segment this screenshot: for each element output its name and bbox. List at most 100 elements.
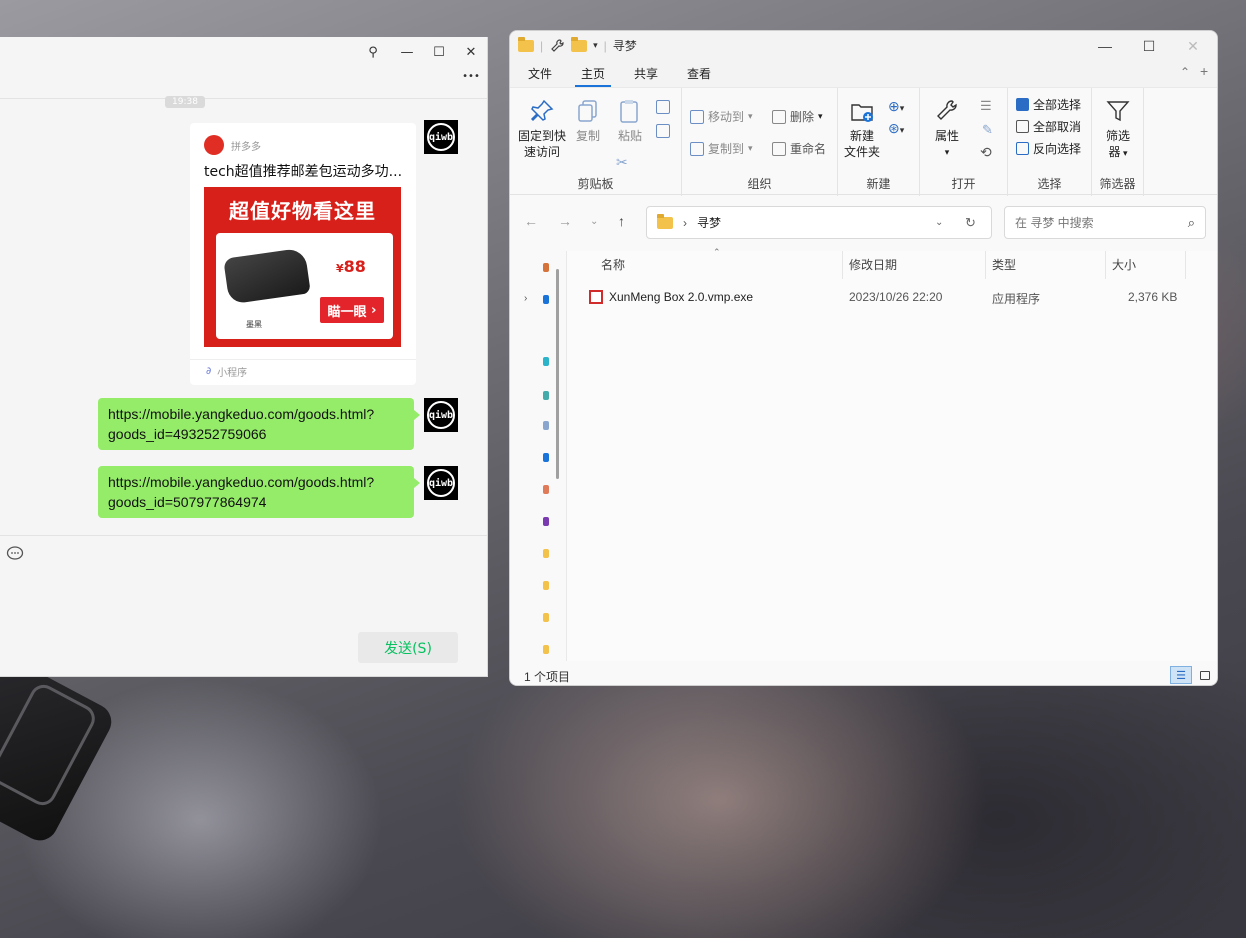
paste-button[interactable]: 粘贴	[614, 98, 646, 144]
more-options-icon[interactable]: •••	[460, 65, 482, 87]
edit-icon[interactable]: ✎	[982, 122, 993, 138]
pin-to-quick-access-button[interactable]: 固定到快 速访问	[516, 98, 568, 160]
select-none-button[interactable]: 全部取消	[1016, 118, 1081, 135]
avatar[interactable]: qiwb	[424, 466, 458, 500]
chat-bubble-icon[interactable]	[6, 546, 24, 562]
column-name[interactable]: 名称	[567, 251, 843, 279]
new-group-label: 新建	[866, 177, 891, 191]
new-item-icon[interactable]: ⊕▾	[888, 98, 904, 115]
delete-button[interactable]: 删除 ▾	[772, 108, 823, 125]
window-title: 寻梦	[612, 39, 637, 53]
file-size: 2,376 KB	[1128, 290, 1178, 304]
file-modified: 2023/10/26 22:20	[849, 290, 943, 304]
filter-button[interactable]: 筛选 器 ▾	[1100, 98, 1136, 161]
column-modified[interactable]: 修改日期	[843, 251, 986, 279]
look-button: 瞄一眼 ›	[320, 297, 384, 323]
easy-access-icon[interactable]: ⊛▾	[888, 120, 904, 137]
chevron-down-icon[interactable]: ⌄	[935, 217, 943, 228]
back-button[interactable]: ←	[524, 213, 538, 229]
message-input-area[interactable]: 发送(S)	[0, 535, 487, 676]
open-group: 属性 ▾ ☰ ✎ ⟲ 打开	[920, 88, 1008, 196]
pin-icon	[530, 99, 554, 122]
file-row[interactable]: XunMeng Box 2.0.vmp.exe 2023/10/26 22:20…	[567, 287, 1217, 309]
avatar[interactable]: qiwb	[424, 120, 458, 154]
folder-icon	[518, 36, 534, 52]
search-input[interactable]: 在 寻梦 中搜索 ⌕	[1004, 206, 1206, 239]
column-type[interactable]: 类型	[986, 251, 1106, 279]
message-list[interactable]: 19:38 qiwb 拼多多 tech超值推荐邮差包运动多功... 超值好物看这…	[0, 96, 487, 535]
help-plus-icon[interactable]: +	[1200, 63, 1208, 79]
clipboard-group: 固定到快 速访问 复制 粘贴 ✂ 剪贴板	[510, 88, 682, 196]
nav-item-icon[interactable]	[543, 391, 549, 400]
item-count: 1 个项目	[524, 670, 571, 684]
close-button[interactable]: ✕	[1178, 35, 1208, 57]
ribbon-tabs: 文件 主页 共享 查看 ⌃ +	[510, 61, 1217, 87]
column-size[interactable]: 大小	[1106, 251, 1186, 279]
nav-item-icon[interactable]	[543, 645, 549, 654]
avatar[interactable]: qiwb	[424, 398, 458, 432]
collapse-ribbon-icon[interactable]: ⌃	[1180, 65, 1190, 79]
open-icon[interactable]: ☰	[980, 98, 992, 114]
navigation-pane[interactable]: ›	[510, 251, 566, 661]
nav-item-icon[interactable]	[543, 357, 549, 366]
explorer-titlebar: | ▾ | 寻梦 — ☐ ✕	[510, 31, 1217, 61]
nav-item-icon[interactable]	[543, 263, 549, 272]
minimize-button[interactable]: —	[396, 41, 418, 63]
large-icons-view-icon[interactable]	[1194, 666, 1216, 684]
refresh-icon[interactable]: ↻	[965, 215, 976, 231]
details-view-icon[interactable]: ☰	[1170, 666, 1192, 684]
properties-button[interactable]: 属性 ▾	[930, 98, 964, 160]
pin-icon[interactable]: ⚲	[362, 41, 384, 63]
nav-item-icon[interactable]	[543, 613, 549, 622]
open-group-label: 打开	[951, 177, 976, 191]
nav-item-icon[interactable]	[543, 295, 549, 304]
chevron-right-icon[interactable]: ›	[524, 293, 527, 304]
chevron-down-icon[interactable]: ▾	[593, 40, 598, 51]
nav-item-icon[interactable]	[543, 549, 549, 558]
paste-icon	[620, 100, 638, 123]
history-icon[interactable]: ⟲	[980, 144, 992, 161]
forward-button[interactable]: →	[558, 213, 572, 229]
properties-wrench-icon[interactable]	[549, 38, 565, 54]
recent-locations-icon[interactable]: ⌄	[590, 216, 598, 227]
close-button[interactable]: ✕	[460, 41, 482, 63]
cut-icon[interactable]: ✂	[616, 154, 628, 171]
rename-button[interactable]: 重命名	[772, 140, 826, 157]
tab-home[interactable]: 主页	[574, 65, 612, 87]
breadcrumb-current[interactable]: 寻梦	[697, 214, 721, 231]
message-bubble[interactable]: https://mobile.yangkeduo.com/goods.html?…	[98, 466, 420, 518]
organize-group: 移动到 ▾ 复制到 ▾ 删除 ▾ 重命名 组织	[682, 88, 838, 196]
file-name: XunMeng Box 2.0.vmp.exe	[609, 290, 754, 304]
nav-item-icon[interactable]	[543, 581, 549, 590]
nav-scrollbar[interactable]	[556, 269, 559, 479]
maximize-button[interactable]: ☐	[1134, 35, 1164, 57]
new-folder-button[interactable]: 新建 文件夹	[842, 98, 882, 160]
file-list[interactable]: ⌃ 名称 修改日期 类型 大小 XunMeng Box 2.0.vmp.exe …	[566, 247, 1217, 661]
tab-view[interactable]: 查看	[685, 65, 713, 82]
maximize-button[interactable]: ☐	[428, 41, 450, 63]
nav-item-icon[interactable]	[543, 485, 549, 494]
tab-file[interactable]: 文件	[526, 65, 554, 82]
copy-button[interactable]: 复制	[572, 98, 604, 144]
nav-item-icon[interactable]	[543, 421, 549, 430]
move-to-button[interactable]: 移动到 ▾	[690, 108, 753, 125]
new-folder-icon[interactable]	[571, 36, 588, 52]
address-bar[interactable]: › 寻梦 ⌄ ↻	[646, 206, 992, 239]
minimize-button[interactable]: —	[1090, 35, 1120, 57]
status-bar: 1 个项目 ☰	[510, 661, 1217, 685]
nav-item-icon[interactable]	[543, 517, 549, 526]
link-icon: ∂	[206, 366, 212, 377]
invert-selection-button[interactable]: 反向选择	[1016, 140, 1081, 157]
up-button[interactable]: ↑	[618, 213, 625, 229]
send-button[interactable]: 发送(S)	[358, 632, 458, 663]
address-row: ← → ⌄ ↑ › 寻梦 ⌄ ↻ 在 寻梦 中搜索 ⌕	[510, 203, 1217, 243]
mini-program-card[interactable]: 拼多多 tech超值推荐邮差包运动多功... 超值好物看这里 ¥88 瞄一眼 ›…	[190, 123, 416, 385]
nav-item-icon[interactable]	[543, 453, 549, 462]
message-bubble[interactable]: https://mobile.yangkeduo.com/goods.html?…	[98, 398, 420, 450]
paste-shortcut-icon[interactable]	[656, 124, 670, 138]
select-all-button[interactable]: 全部选择	[1016, 96, 1081, 113]
file-explorer-window: | ▾ | 寻梦 — ☐ ✕ 文件 主页 共享 查看 ⌃ + 固定到快 速访问	[509, 30, 1218, 686]
copy-to-button[interactable]: 复制到 ▾	[690, 140, 753, 157]
copy-path-icon[interactable]	[656, 100, 670, 114]
tab-share[interactable]: 共享	[632, 65, 660, 82]
